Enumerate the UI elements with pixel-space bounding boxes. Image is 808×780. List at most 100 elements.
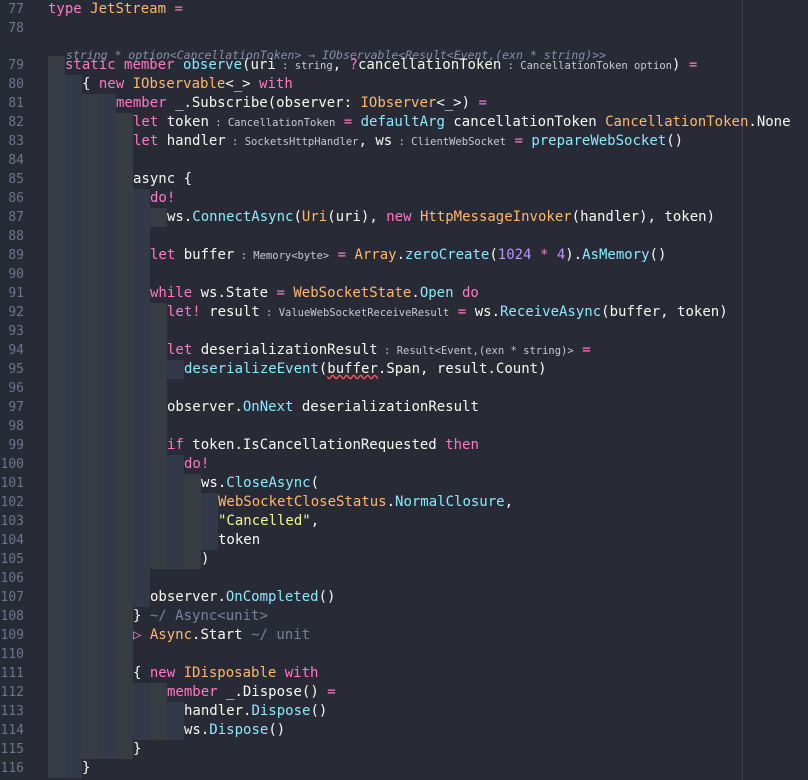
code-line[interactable]: 88 xyxy=(0,227,808,246)
code-token: ( xyxy=(327,209,336,225)
code-token: . xyxy=(487,361,496,377)
code-line[interactable]: 91 while ws.State = WebSocketState.Open d… xyxy=(0,284,808,303)
indent-guide xyxy=(150,493,167,512)
code-token: ws xyxy=(466,304,492,320)
code-line[interactable]: 110 xyxy=(0,645,808,664)
code-token: . xyxy=(234,399,243,415)
line-number: 88 xyxy=(8,229,24,244)
code-line[interactable]: 96 xyxy=(0,379,808,398)
line-number: 78 xyxy=(8,21,24,36)
indent-guide xyxy=(99,303,116,322)
code-token: . xyxy=(217,589,226,605)
code-line[interactable]: 105) xyxy=(0,550,808,569)
indent-guide xyxy=(82,436,99,455)
code-line[interactable]: 97 observer.OnNext deserializationResult xyxy=(0,398,808,417)
code-line[interactable]: 106 xyxy=(0,569,808,588)
indent-guide xyxy=(82,455,99,474)
code-token: IDisposable xyxy=(183,665,277,681)
indent-guide xyxy=(48,284,65,303)
code-line[interactable]: 108} ~/ Async<unit> xyxy=(0,607,808,626)
indent-guide xyxy=(99,322,116,341)
line-number: 80 xyxy=(8,77,24,92)
code-line[interactable]: 86 do! xyxy=(0,189,808,208)
code-token: if xyxy=(167,437,184,453)
indent-guide xyxy=(116,132,133,151)
code-line[interactable]: 83 let handler : SocketsHttpHandler, ws :… xyxy=(0,132,808,151)
code-token: while xyxy=(150,285,193,301)
indent-guide xyxy=(116,436,133,455)
indent-guide xyxy=(48,246,65,265)
code-token: prepareWebSocket xyxy=(531,133,667,149)
code-token: deserializationResult xyxy=(293,399,479,415)
code-line[interactable]: 111 { new IDisposable with xyxy=(0,664,808,683)
code-token: , xyxy=(332,57,350,73)
code-token: . xyxy=(491,304,500,320)
indent-guide xyxy=(150,360,167,379)
code-line[interactable]: 81 member _.Subscribe(observer: IObserver… xyxy=(0,94,808,113)
code-text: } xyxy=(133,740,141,759)
code-token: buffer xyxy=(175,247,235,263)
code-line[interactable]: 99 if token.IsCancellationRequested then xyxy=(0,436,808,455)
code-line[interactable]: 94 let deserializationResult : Result<Eve… xyxy=(0,341,808,360)
indent-guide xyxy=(167,474,184,493)
code-editor[interactable]: 77 type JetStream = 78 string * option<Canc… xyxy=(0,0,808,780)
indent-guide xyxy=(99,94,116,113)
code-line[interactable]: 80 { new IObservable<_> with xyxy=(0,75,808,94)
indent-guide xyxy=(48,436,65,455)
indent-guide xyxy=(82,246,99,265)
code-line[interactable]: 95 deserializeEvent(buffer.Span, result.C… xyxy=(0,360,808,379)
indent-guide xyxy=(99,246,116,265)
indent-guide xyxy=(167,360,184,379)
indent-guide xyxy=(82,740,99,759)
code-token: buffer xyxy=(327,361,378,377)
code-line[interactable]: 79 static member observe(uri : string, ?c… xyxy=(0,56,808,75)
indent-guide xyxy=(99,436,116,455)
indent-guide xyxy=(184,512,201,531)
code-text: { new IObservable<_> with xyxy=(82,75,293,94)
code-token: new xyxy=(149,665,176,681)
code-line[interactable]: 100 do! xyxy=(0,455,808,474)
indent-guide xyxy=(48,569,65,588)
code-line[interactable]: 109 ▷ Async.Start ~/ unit xyxy=(0,626,808,645)
code-line[interactable]: 89 let buffer : Memory<byte> = Array.zero… xyxy=(0,246,808,265)
indent-guide xyxy=(82,208,99,227)
code-line[interactable]: 84 xyxy=(0,151,808,170)
indent-guide xyxy=(65,227,82,246)
code-line[interactable]: 77 type JetStream = xyxy=(0,0,808,19)
code-line[interactable]: 92 let! result : ValueWebSocketReceiveRes… xyxy=(0,303,808,322)
code-line[interactable]: 82 let token : CancellationToken = defaul… xyxy=(0,113,808,132)
indent-guide xyxy=(48,683,65,702)
line-number: 111 xyxy=(0,666,24,681)
code-token: () xyxy=(649,247,667,263)
indent-guide xyxy=(48,56,65,75)
code-token: } xyxy=(82,760,91,776)
code-token: ( xyxy=(489,247,498,263)
code-text: { new IDisposable with xyxy=(133,664,318,683)
code-line[interactable]: 113 handler.Dispose() xyxy=(0,702,808,721)
code-token: member xyxy=(167,684,218,700)
code-line[interactable]: 116} xyxy=(0,759,808,778)
code-line[interactable]: 102 WebSocketCloseStatus.NormalClosure, xyxy=(0,493,808,512)
code-line[interactable]: 85 async { xyxy=(0,170,808,189)
indent-guide xyxy=(65,322,82,341)
code-line[interactable]: 115} xyxy=(0,740,808,759)
code-line[interactable]: 101 ws.CloseAsync( xyxy=(0,474,808,493)
code-line[interactable]: 112 member _.Dispose() = xyxy=(0,683,808,702)
code-token: JetStream xyxy=(90,1,167,17)
code-token: () xyxy=(318,589,336,605)
indent-guide xyxy=(82,474,99,493)
code-line[interactable]: 98 xyxy=(0,417,808,436)
code-line[interactable]: 107 observer.OnCompleted() xyxy=(0,588,808,607)
code-line[interactable]: 114 ws.Dispose() xyxy=(0,721,808,740)
code-line[interactable]: 78 xyxy=(0,19,808,38)
code-line[interactable]: 104 token xyxy=(0,531,808,550)
code-line[interactable]: 87 ws.ConnectAsync(Uri(uri), new HttpMess… xyxy=(0,208,808,227)
code-line[interactable]: 103 "Cancelled", xyxy=(0,512,808,531)
code-line[interactable]: 93 xyxy=(0,322,808,341)
code-line[interactable]: 90 xyxy=(0,265,808,284)
indent-guide xyxy=(65,455,82,474)
